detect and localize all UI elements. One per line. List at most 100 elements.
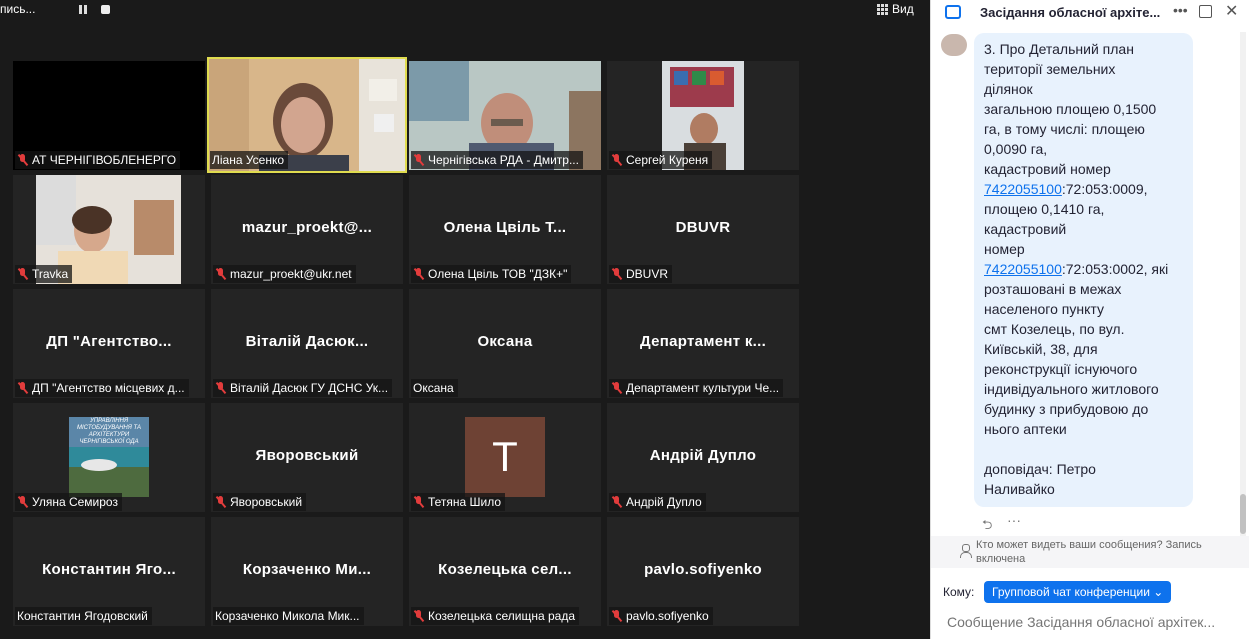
message-more-icon[interactable]: ··· bbox=[1007, 512, 1021, 528]
pop-out-icon[interactable] bbox=[1199, 5, 1212, 18]
message-line: номер bbox=[984, 241, 1025, 257]
poster-caption: УПРАВЛІННЯ МІСТОБУДУВАННЯ ТА АРХІТЕКТУРИ… bbox=[77, 418, 141, 445]
participant-display-name: pavlo.sofiyenko bbox=[644, 561, 762, 578]
message-line: 7422055100:72:053:0002, які bbox=[984, 261, 1169, 277]
chat-panel: Засідання обласної архіте... ••• ✕ 3. Пр… bbox=[930, 0, 1249, 639]
recipient-label: Кому: bbox=[943, 585, 975, 599]
participant-tile[interactable]: ДП "Агентство... ДП "Агентство місцевих … bbox=[13, 289, 205, 398]
recipient-dropdown[interactable]: Групповой чат конференции ⌄ bbox=[984, 581, 1172, 603]
participant-display-name: Козелецька сел... bbox=[438, 561, 572, 578]
participant-name-label: mazur_proekt@ukr.net bbox=[213, 265, 356, 283]
initial-avatar: T bbox=[465, 417, 545, 497]
participant-name-label: АТ ЧЕРНІГІВОБЛЕНЕРГО bbox=[15, 151, 181, 169]
participant-name-label: Тетяна Шило bbox=[411, 493, 506, 511]
participant-tile[interactable]: Яворовський Яворовський bbox=[211, 403, 403, 512]
message-line: розташовані в межах bbox=[984, 281, 1122, 297]
chat-message-input[interactable] bbox=[947, 610, 1242, 634]
message-line: кадастровий bbox=[984, 221, 1067, 237]
participant-tile[interactable]: Чернігівська РДА - Дмитр... bbox=[409, 61, 601, 170]
sender-avatar bbox=[941, 34, 967, 56]
participant-tile[interactable]: Travka bbox=[13, 175, 205, 284]
stop-icon[interactable] bbox=[101, 5, 110, 14]
mic-muted-icon bbox=[611, 496, 623, 508]
participant-tile[interactable]: Віталій Дасюк... Віталій Дасюк ГУ ДСНС У… bbox=[211, 289, 403, 398]
who-can-see-notice[interactable]: Кто может видеть ваши сообщения? Запись … bbox=[931, 536, 1249, 568]
chat-header: Засідання обласної архіте... ••• ✕ bbox=[931, 0, 1249, 26]
participant-display-name: ДП "Агентство... bbox=[46, 333, 172, 350]
chat-scrollbar[interactable] bbox=[1240, 32, 1246, 536]
participant-tile-active-speaker[interactable]: Ліана Усенко bbox=[207, 57, 407, 173]
message-line: ділянок bbox=[984, 81, 1033, 97]
participant-name-label: Департамент культури Че... bbox=[609, 379, 784, 397]
close-icon[interactable]: ✕ bbox=[1225, 1, 1238, 21]
message-line: кадастровий номер bbox=[984, 161, 1111, 177]
participant-display-name: Оксана bbox=[477, 333, 533, 350]
participant-tile[interactable]: T Тетяна Шило bbox=[409, 403, 601, 512]
participant-tile[interactable]: Андрій Дупло Андрій Дупло bbox=[607, 403, 799, 512]
video-gallery: пись... Вид АТ ЧЕРНІГІВОБЛЕНЕРГО Ліана У… bbox=[0, 0, 930, 639]
participant-name-label: Ліана Усенко bbox=[210, 151, 289, 169]
participant-tile[interactable]: pavlo.sofiyenko pavlo.sofiyenko bbox=[607, 517, 799, 626]
participant-tile[interactable]: mazur_proekt@... mazur_proekt@ukr.net bbox=[211, 175, 403, 284]
message-line: Київській, 38, для bbox=[984, 341, 1098, 357]
participant-tile[interactable]: Сергей Куреня bbox=[607, 61, 799, 170]
participant-display-name: DBUVR bbox=[675, 219, 731, 236]
participant-display-name: mazur_proekt@... bbox=[241, 219, 373, 236]
participant-name-label: Сергей Куреня bbox=[609, 151, 713, 169]
participant-display-name: Віталій Дасюк... bbox=[245, 333, 369, 350]
participant-display-name: Яворовський bbox=[255, 447, 359, 464]
participant-tile[interactable]: DBUVR DBUVR bbox=[607, 175, 799, 284]
participant-name-label: ДП "Агентство місцевих д... bbox=[15, 379, 189, 397]
participant-name-label: Яворовський bbox=[213, 493, 307, 511]
message-line: реконструкції існуючого bbox=[984, 361, 1138, 377]
participant-name-label: Константин Ягодовский bbox=[15, 607, 152, 625]
message-line: індивідуального житлового bbox=[984, 381, 1159, 397]
view-button[interactable]: Вид bbox=[877, 2, 914, 16]
participant-name-label: Олена Цвіль ТОВ "ДЗК+" bbox=[411, 265, 572, 283]
participant-tile[interactable]: Департамент к... Департамент культури Че… bbox=[607, 289, 799, 398]
participant-tile[interactable]: Константин Яго... Константин Ягодовский bbox=[13, 517, 205, 626]
mic-muted-icon bbox=[17, 382, 29, 394]
message-line: території земельних bbox=[984, 61, 1116, 77]
mic-muted-icon bbox=[413, 496, 425, 508]
participant-name-label: Віталій Дасюк ГУ ДСНС Ук... bbox=[213, 379, 393, 397]
participant-name-label: Уляна Семироз bbox=[15, 493, 122, 511]
message-line: 3. Про Детальний план bbox=[984, 41, 1134, 57]
participant-display-name: Андрій Дупло bbox=[649, 447, 757, 464]
message-line: доповідач: Петро bbox=[984, 461, 1096, 477]
chat-scroll-thumb[interactable] bbox=[1240, 494, 1246, 534]
mic-muted-icon bbox=[413, 610, 425, 622]
mic-muted-icon bbox=[611, 154, 623, 166]
participant-display-name: Корзаченко Ми... bbox=[242, 561, 372, 578]
message-line: будинку з прибудовою до bbox=[984, 401, 1149, 417]
person-icon bbox=[959, 544, 972, 558]
mic-muted-icon bbox=[17, 496, 29, 508]
participant-name-label: Чернігівська РДА - Дмитр... bbox=[411, 151, 583, 169]
recording-label: пись... bbox=[0, 2, 36, 16]
more-options-icon[interactable]: ••• bbox=[1173, 2, 1188, 18]
mic-muted-icon bbox=[215, 268, 227, 280]
participant-name-label: Корзаченко Микола Мик... bbox=[213, 607, 364, 625]
participant-tile[interactable]: АТ ЧЕРНІГІВОБЛЕНЕРГО bbox=[13, 61, 205, 170]
pause-icon[interactable] bbox=[77, 4, 89, 16]
cadastral-link[interactable]: 7422055100 bbox=[984, 181, 1062, 197]
mic-muted-icon bbox=[611, 382, 623, 394]
mic-muted-icon bbox=[413, 154, 425, 166]
participant-tile[interactable]: УПРАВЛІННЯ МІСТОБУДУВАННЯ ТА АРХІТЕКТУРИ… bbox=[13, 403, 205, 512]
participant-display-name: Константин Яго... bbox=[42, 561, 176, 578]
participant-display-name: Олена Цвіль Т... bbox=[443, 219, 567, 236]
message-line: нього аптеки bbox=[984, 421, 1067, 437]
participant-tile[interactable]: Козелецька сел... Козелецька селищна рад… bbox=[409, 517, 601, 626]
participant-tile[interactable]: Корзаченко Ми... Корзаченко Микола Мик..… bbox=[211, 517, 403, 626]
cadastral-link[interactable]: 7422055100 bbox=[984, 261, 1062, 277]
message-line: Наливайко bbox=[984, 481, 1055, 497]
mic-muted-icon bbox=[17, 154, 29, 166]
participant-name-label: Travka bbox=[15, 265, 73, 283]
participant-tile[interactable]: Оксана Оксана bbox=[409, 289, 601, 398]
participant-tile[interactable]: Олена Цвіль Т... Олена Цвіль ТОВ "ДЗК+" bbox=[409, 175, 601, 284]
chat-message-bubble: 3. Про Детальний план території земельни… bbox=[974, 33, 1193, 507]
reply-icon[interactable]: ⮌ bbox=[982, 516, 992, 538]
participant-name-label: DBUVR bbox=[609, 265, 673, 283]
recording-bar: пись... Вид bbox=[0, 0, 930, 22]
message-line: загальною площею 0,1500 bbox=[984, 101, 1157, 117]
